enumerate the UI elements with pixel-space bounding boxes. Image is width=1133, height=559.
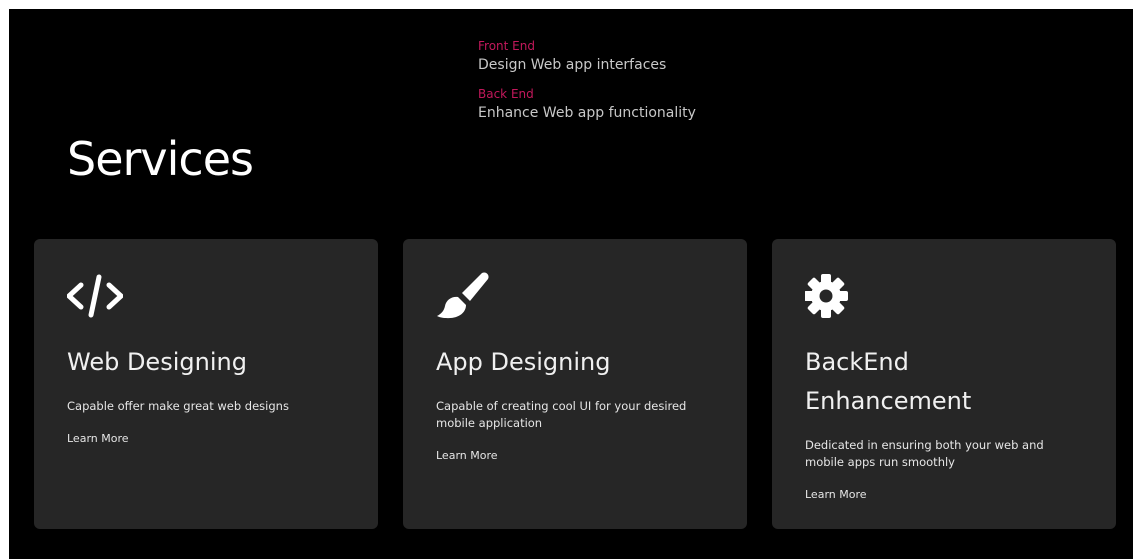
card-title: Web Designing [67, 348, 247, 376]
card-description: Capable of creating cool UI for your des… [436, 399, 687, 430]
gear-icon [805, 274, 848, 318]
learn-more-link[interactable]: Learn More [436, 448, 498, 464]
code-icon [67, 274, 123, 318]
service-card-web-designing: Web Designing Capable offer make great w… [34, 239, 378, 529]
feature-label: Back End [478, 87, 534, 101]
service-card-app-designing: App Designing Capable of creating cool U… [403, 239, 747, 529]
feature-list: Front End Design Web app interfaces Back… [478, 38, 696, 134]
learn-more-link[interactable]: Learn More [805, 487, 867, 503]
card-description: Dedicated in ensuring both your web and … [805, 438, 1044, 469]
service-card-backend-enhancement: BackEnd Enhancement Dedicated in ensurin… [772, 239, 1116, 529]
card-title: App Designing [436, 348, 611, 376]
card-description: Capable offer make great web designs [67, 399, 289, 413]
services-page: Front End Design Web app interfaces Back… [9, 9, 1133, 559]
brush-icon [437, 272, 489, 319]
card-title: BackEnd Enhancement [805, 348, 972, 415]
feature-item-front-end: Front End Design Web app interfaces [478, 38, 696, 76]
feature-description: Enhance Web app functionality [478, 105, 696, 121]
feature-item-back-end: Back End Enhance Web app functionality [478, 86, 696, 124]
feature-description: Design Web app interfaces [478, 57, 667, 73]
feature-label: Front End [478, 39, 535, 53]
learn-more-link[interactable]: Learn More [67, 431, 129, 447]
section-title: Services [67, 132, 254, 186]
